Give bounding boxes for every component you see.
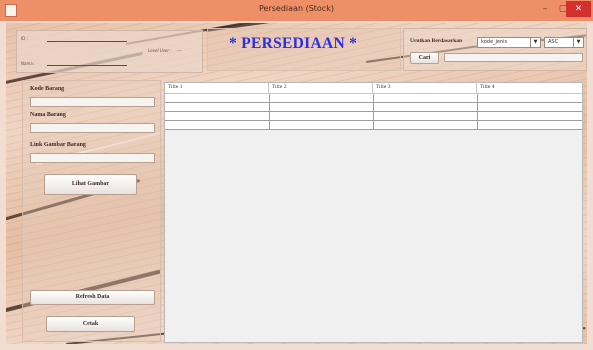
- chevron-down-icon: ▼: [573, 38, 583, 47]
- user-info-panel: ID : Nama : Level User : ---: [16, 30, 203, 73]
- nama-barang-input[interactable]: [30, 123, 155, 133]
- table-row[interactable]: [165, 94, 582, 103]
- table-row[interactable]: [165, 103, 582, 112]
- sort-order-select[interactable]: ASC ▼: [544, 37, 584, 48]
- table-cell[interactable]: [165, 112, 270, 120]
- cetak-button[interactable]: Cetak: [46, 316, 135, 332]
- link-gambar-label: Link Gambar Barang: [30, 142, 86, 148]
- table-cell[interactable]: [477, 103, 582, 111]
- table-cell[interactable]: [373, 94, 478, 102]
- table-cell[interactable]: [373, 121, 478, 129]
- search-button[interactable]: Cari: [410, 52, 439, 64]
- table-cell[interactable]: [165, 103, 270, 111]
- page-title: * PERSEDIAAN *: [229, 35, 358, 52]
- title-bar: Persediaan (Stock) – ▢ ✕: [0, 0, 593, 21]
- table-cell[interactable]: [269, 121, 374, 129]
- chevron-down-icon: ▼: [530, 38, 540, 47]
- table-cell[interactable]: [373, 103, 478, 111]
- sort-panel: Urutkan Berdasarkan kode_jenis ▼ ASC ▼ C…: [403, 28, 587, 71]
- lihat-gambar-button[interactable]: Lihat Gambar: [44, 174, 137, 195]
- table-cell[interactable]: [165, 94, 270, 102]
- nama-barang-label: Nama Barang: [30, 112, 66, 118]
- table-cell[interactable]: [269, 103, 374, 111]
- user-id-value: [47, 41, 127, 42]
- table-row[interactable]: [165, 112, 582, 121]
- user-level-label: Level User :: [148, 48, 172, 53]
- user-name-label: Nama :: [21, 61, 36, 66]
- table-header: Title 1 Title 2 Title 3 Title 4: [165, 83, 582, 94]
- table-cell[interactable]: [165, 121, 270, 129]
- column-header[interactable]: Title 4: [477, 83, 582, 93]
- table-cell[interactable]: [477, 121, 582, 129]
- table-row[interactable]: [165, 121, 582, 130]
- refresh-data-button[interactable]: Refresh Data: [30, 290, 155, 305]
- sort-label: Urutkan Berdasarkan: [410, 38, 463, 44]
- sort-field-value: kode_jenis: [481, 39, 508, 45]
- close-button[interactable]: ✕: [566, 1, 591, 17]
- search-input[interactable]: [444, 53, 583, 62]
- sort-order-value: ASC: [548, 39, 559, 45]
- sort-field-select[interactable]: kode_jenis ▼: [477, 37, 541, 48]
- kode-barang-label: Kode Barang: [30, 86, 65, 92]
- table-cell[interactable]: [477, 94, 582, 102]
- column-header[interactable]: Title 3: [373, 83, 477, 93]
- minimize-button[interactable]: –: [536, 1, 554, 17]
- table-cell[interactable]: [269, 112, 374, 120]
- column-header[interactable]: Title 1: [165, 83, 269, 93]
- column-header[interactable]: Title 2: [269, 83, 373, 93]
- user-id-label: ID :: [21, 36, 28, 41]
- app-window: Persediaan (Stock) – ▢ ✕ ID : Nama : Lev…: [0, 0, 593, 350]
- table-cell[interactable]: [373, 112, 478, 120]
- window-title: Persediaan (Stock): [259, 4, 334, 13]
- user-name-value: [47, 65, 127, 66]
- user-level-value: ---: [177, 48, 182, 53]
- link-gambar-input[interactable]: [30, 153, 155, 163]
- table-cell[interactable]: [269, 94, 374, 102]
- table-cell[interactable]: [477, 112, 582, 120]
- kode-barang-input[interactable]: [30, 97, 155, 107]
- stock-table[interactable]: Title 1 Title 2 Title 3 Title 4: [164, 82, 583, 343]
